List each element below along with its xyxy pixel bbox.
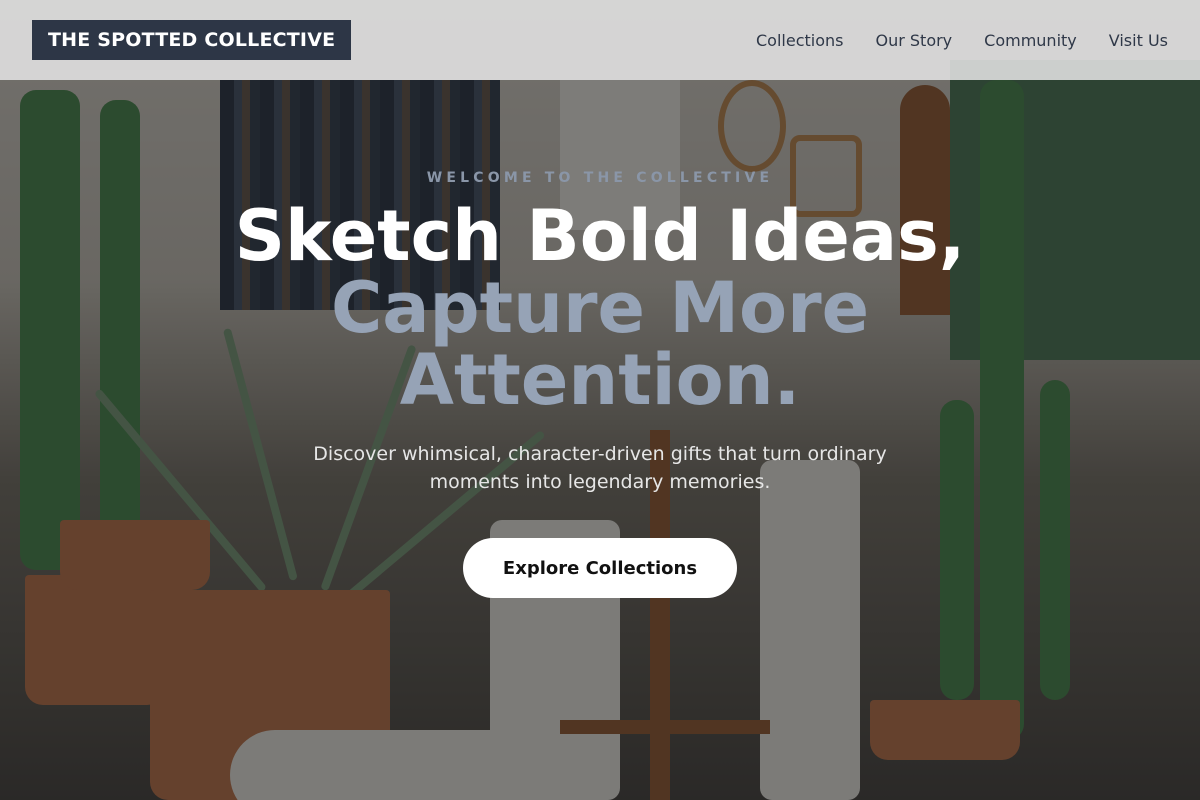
hero-headline: Sketch Bold Ideas, Capture More Attentio… [0, 200, 1200, 416]
explore-collections-button[interactable]: Explore Collections [463, 538, 737, 598]
nav-link-community[interactable]: Community [984, 31, 1077, 50]
nav-link-our-story[interactable]: Our Story [875, 31, 952, 50]
main-nav: Collections Our Story Community Visit Us [756, 31, 1168, 50]
nav-link-collections[interactable]: Collections [756, 31, 843, 50]
headline-line-2: Capture More [330, 267, 870, 349]
hero-eyebrow: WELCOME TO THE COLLECTIVE [426, 170, 774, 186]
headline-line-3: Attention. [399, 339, 801, 421]
brand-logo[interactable]: THE SPOTTED COLLECTIVE [32, 20, 352, 60]
headline-line-1: Sketch Bold Ideas, [234, 195, 966, 277]
hero-subtitle: Discover whimsical, character-driven gif… [313, 443, 887, 493]
nav-link-visit-us[interactable]: Visit Us [1109, 31, 1168, 50]
hero-section: WELCOME TO THE COLLECTIVE Sketch Bold Id… [0, 170, 1200, 598]
site-header: THE SPOTTED COLLECTIVE Collections Our S… [0, 0, 1200, 80]
